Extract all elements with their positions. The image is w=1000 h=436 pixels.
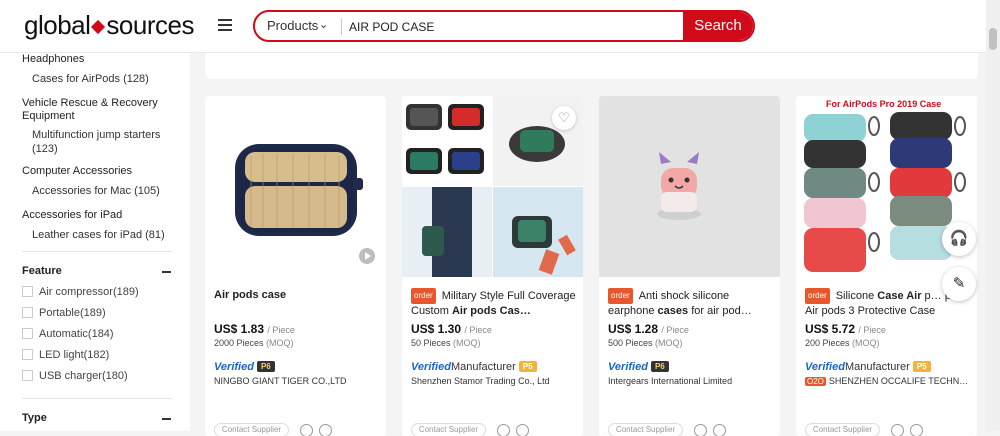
supplier-name[interactable]: NINGBO GIANT TIGER CO.,LTD	[214, 376, 382, 386]
menu-icon[interactable]	[218, 19, 232, 31]
chat-icon[interactable]	[300, 424, 313, 436]
play-video-icon[interactable]	[359, 248, 375, 264]
product-moq: 500 Pieces (MOQ)	[608, 338, 683, 348]
search-bar: Products ⌄ Search	[253, 10, 755, 42]
inquiry-icon[interactable]	[910, 424, 923, 436]
verified-badge[interactable]: Verified P6	[608, 361, 669, 373]
feature-option[interactable]: Air compressor(189)	[22, 286, 139, 298]
supplier-name[interactable]: Shenzhen Stamor Trading Co., Ltd	[411, 376, 579, 386]
category-cases-for-airpods[interactable]: Cases for AirPods (128)	[32, 72, 149, 86]
top-header: globalsources Products ⌄ Search	[0, 0, 1000, 53]
order-badge: order	[411, 288, 436, 304]
inquiry-icon[interactable]	[319, 424, 332, 436]
category-jump-starters[interactable]: Multifunction jump starters (123)	[32, 128, 172, 156]
collapse-type-icon[interactable]	[162, 418, 171, 420]
supplier-level-badge: P5	[518, 361, 537, 372]
product-price: US$ 1.83 / Piece	[214, 322, 295, 336]
category-group-vehicle-rescue[interactable]: Vehicle Rescue & Recovery Equipment	[22, 97, 172, 123]
search-divider	[341, 18, 342, 35]
checkbox[interactable]	[22, 307, 33, 318]
feature-option[interactable]: LED light(182)	[22, 349, 109, 361]
sort-toolbar-strip	[205, 53, 978, 79]
customer-service-headset-icon[interactable]: 🎧	[942, 222, 976, 256]
product-card[interactable]: For AirPods Pro 2019 Case order Silicone …	[796, 96, 977, 436]
promo-text: For AirPods Pro 2019 Case	[826, 99, 941, 109]
order-badge: order	[805, 288, 830, 304]
feature-option[interactable]: Automatic(184)	[22, 328, 114, 340]
contact-supplier-button[interactable]: Contact Supplier	[608, 423, 683, 436]
page-scrollbar[interactable]	[986, 0, 1000, 431]
product-price: US$ 1.28 / Piece	[608, 322, 689, 336]
scrollbar-thumb[interactable]	[989, 28, 997, 50]
collapse-feature-icon[interactable]	[162, 271, 171, 273]
chat-icon[interactable]	[497, 424, 510, 436]
o2o-badge: O2O	[805, 377, 826, 386]
checkbox[interactable]	[22, 286, 33, 297]
checkbox[interactable]	[22, 328, 33, 339]
verified-badge[interactable]: Verified P6	[214, 361, 275, 373]
inquiry-icon[interactable]	[516, 424, 529, 436]
verified-badge[interactable]: VerifiedManufacturer P5	[805, 361, 931, 373]
category-accessories-for-mac[interactable]: Accessories for Mac (105)	[32, 184, 160, 198]
product-price: US$ 5.72 / Piece	[805, 322, 886, 336]
supplier-level-badge: P6	[256, 361, 275, 372]
product-card[interactable]: Air pods case US$ 1.83 / Piece 2000 Piec…	[205, 96, 386, 436]
type-heading: Type	[22, 412, 47, 424]
product-moq: 200 Pieces (MOQ)	[805, 338, 880, 348]
product-title[interactable]: order Anti shock silicone earphone cases …	[608, 288, 774, 318]
category-group-computer-accessories[interactable]: Computer Accessories	[22, 165, 132, 177]
checkbox[interactable]	[22, 370, 33, 381]
product-image[interactable]: ♡	[402, 96, 583, 277]
contact-supplier-button[interactable]: Contact Supplier	[805, 423, 880, 436]
product-price: US$ 1.30 / Piece	[411, 322, 492, 336]
sidebar-divider	[22, 251, 172, 252]
product-moq: 2000 Pieces (MOQ)	[214, 338, 294, 348]
global-sources-logo[interactable]: global sources	[24, 10, 194, 41]
contact-supplier-button[interactable]: Contact Supplier	[411, 423, 486, 436]
supplier-level-badge: P5	[912, 361, 931, 372]
supplier-name[interactable]: Intergears International Limited	[608, 376, 776, 386]
product-image[interactable]	[599, 96, 780, 277]
sidebar-divider	[22, 398, 172, 399]
product-card[interactable]: ♡ order Military Style Full Coverage Cust…	[402, 96, 583, 436]
feature-heading: Feature	[22, 265, 62, 277]
product-moq: 50 Pieces (MOQ)	[411, 338, 481, 348]
chat-icon[interactable]	[694, 424, 707, 436]
inquiry-icon[interactable]	[713, 424, 726, 436]
logo-diamond-icon	[91, 19, 106, 35]
search-button[interactable]: Search	[683, 12, 753, 40]
category-group-headphones[interactable]: Headphones	[22, 53, 84, 65]
checkbox[interactable]	[22, 349, 33, 360]
chevron-down-icon[interactable]: ⌄	[319, 18, 328, 31]
contact-supplier-button[interactable]: Contact Supplier	[214, 423, 289, 436]
feature-option[interactable]: Portable(189)	[22, 307, 106, 319]
verified-badge[interactable]: VerifiedManufacturer P5	[411, 361, 537, 373]
chat-icon[interactable]	[891, 424, 904, 436]
search-input[interactable]	[349, 16, 679, 38]
favorite-heart-icon[interactable]: ♡	[552, 106, 576, 130]
category-group-ipad-accessories[interactable]: Accessories for iPad	[22, 209, 122, 221]
product-image[interactable]	[205, 96, 386, 277]
order-badge: order	[608, 288, 633, 304]
supplier-level-badge: P6	[650, 361, 669, 372]
filter-sidebar: Headphones Cases for AirPods (128) Vehic…	[0, 53, 190, 431]
category-leather-cases-ipad[interactable]: Leather cases for iPad (81)	[32, 228, 165, 242]
product-title[interactable]: Air pods case	[214, 288, 380, 302]
feedback-edit-icon[interactable]: ✎	[942, 267, 976, 301]
product-card[interactable]: order Anti shock silicone earphone cases …	[599, 96, 780, 436]
product-title[interactable]: order Military Style Full Coverage Custom…	[411, 288, 577, 318]
supplier-name[interactable]: O2O SHENZHEN OCCALIFE TECHN…	[805, 376, 973, 386]
feature-option[interactable]: USB charger(180)	[22, 370, 128, 382]
search-category-select[interactable]: Products	[267, 18, 318, 33]
